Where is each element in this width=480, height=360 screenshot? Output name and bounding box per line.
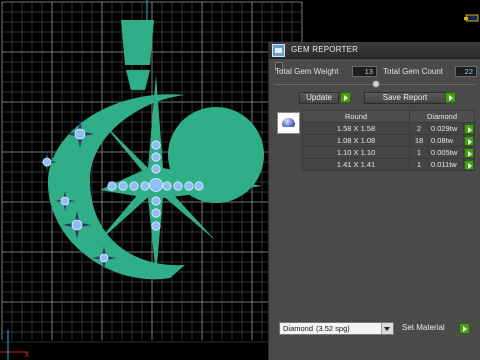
row-select-icon[interactable] — [464, 147, 474, 158]
gem-stone[interactable] — [42, 157, 52, 167]
row-select-icon[interactable] — [464, 123, 474, 134]
gem-stone[interactable] — [118, 181, 128, 191]
gem-count-cell: 1 — [409, 158, 429, 171]
save-report-go-icon[interactable] — [445, 92, 456, 103]
gem-stone[interactable] — [151, 221, 161, 231]
column-header-shape: Round — [302, 110, 410, 123]
gem-stone[interactable] — [99, 253, 109, 263]
gem-size-cell: 1.58 X 1.58 — [302, 122, 410, 135]
panel-titlebar[interactable]: GEM REPORTER — [269, 42, 480, 59]
total-count-field[interactable]: 22 — [455, 66, 477, 77]
table-header-row: Round Diamond — [302, 110, 475, 123]
gem-stone[interactable] — [60, 196, 70, 206]
gem-size-cell: 1.10 X 1.10 — [302, 146, 410, 159]
gem-count-cell: 2 — [409, 122, 429, 135]
table-row[interactable]: 1.58 X 1.58 2 0.029tw — [302, 122, 475, 135]
gem-weight-cell: 0.029tw — [428, 122, 464, 135]
material-specific-gravity: (3.52 spg) — [316, 324, 350, 333]
gem-stone[interactable] — [151, 140, 161, 150]
gem-stone[interactable] — [151, 196, 161, 206]
gem-stone[interactable] — [140, 181, 150, 191]
chevron-down-icon[interactable] — [381, 323, 393, 334]
set-material-go-icon[interactable] — [459, 323, 470, 334]
gem-count-cell: 1 — [409, 146, 429, 159]
gem-count-cell: 18 — [409, 134, 429, 147]
set-material-button[interactable]: Set Material — [402, 323, 456, 335]
gem-size-cell: 1.08 X 1.08 — [302, 134, 410, 147]
gem-stone[interactable] — [129, 181, 139, 191]
update-button-label: Update — [306, 93, 332, 102]
view-cube-gizmo[interactable] — [462, 10, 480, 22]
gem-stone[interactable] — [107, 181, 117, 191]
gem-stone[interactable] — [173, 181, 183, 191]
gem-stone[interactable] — [151, 164, 161, 174]
table-row[interactable]: 1.08 X 1.08 18 0.08tw — [302, 134, 475, 147]
gem-preview-image — [277, 112, 300, 134]
gem-reporter-panel: GEM REPORTER Total Gem Weight 13 Total G… — [268, 42, 480, 360]
gem-weight-cell: 0.011tw — [428, 158, 464, 171]
save-report-button[interactable]: Save Report — [364, 92, 446, 104]
divider-handle[interactable] — [372, 80, 380, 88]
material-name: Diamond — [283, 324, 314, 333]
gem-stone[interactable] — [151, 208, 161, 218]
gem-reporter-icon — [272, 44, 285, 57]
total-weight-field[interactable]: 13 — [352, 66, 377, 77]
update-button[interactable]: Update — [299, 92, 339, 104]
table-row[interactable]: 1.10 X 1.10 1 0.005tw — [302, 146, 475, 159]
save-report-button-label: Save Report — [382, 93, 428, 102]
column-header-material: Diamond — [409, 110, 475, 123]
set-material-button-label: Set Material — [402, 323, 445, 332]
total-weight-label: Total Gem Weight — [275, 67, 339, 76]
gem-stone[interactable] — [184, 181, 194, 191]
update-go-icon[interactable] — [340, 92, 351, 103]
material-dropdown[interactable]: Diamond (3.52 spg) — [279, 322, 394, 335]
gem-stone[interactable] — [194, 181, 204, 191]
gem-stone[interactable] — [151, 152, 161, 162]
gem-stone[interactable] — [149, 178, 163, 192]
total-count-label: Total Gem Count — [383, 67, 444, 76]
gem-size-cell: 1.41 X 1.41 — [302, 158, 410, 171]
panel-title: GEM REPORTER — [291, 45, 359, 54]
gem-weight-cell: 0.08tw — [428, 134, 464, 147]
gem-stone[interactable] — [162, 181, 172, 191]
svg-text:x: x — [25, 350, 29, 359]
round-gem-icon — [282, 118, 295, 127]
gem-report-table: Round Diamond 1.58 X 1.58 2 0.029tw 1.08… — [302, 110, 475, 171]
gem-stone[interactable] — [74, 128, 86, 140]
table-row[interactable]: 1.41 X 1.41 1 0.011tw — [302, 158, 475, 171]
gem-weight-cell: 0.005tw — [428, 146, 464, 159]
row-select-icon[interactable] — [464, 135, 474, 146]
gem-stone[interactable] — [71, 219, 83, 231]
row-select-icon[interactable] — [464, 159, 474, 170]
